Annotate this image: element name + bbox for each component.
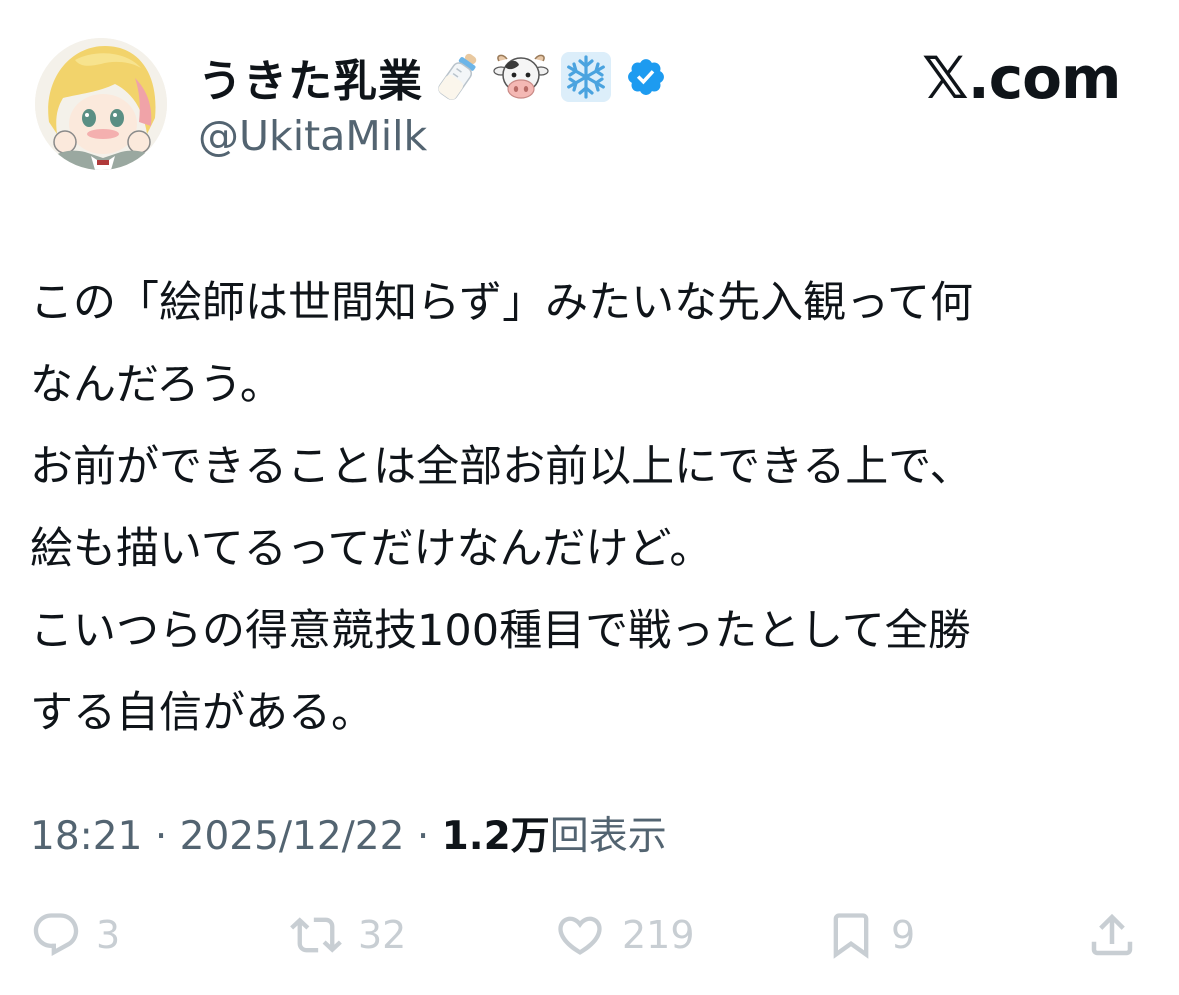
tweet-time[interactable]: 18:21 xyxy=(30,814,142,859)
views-count[interactable]: 1.2万 xyxy=(442,814,550,859)
meta-separator: · xyxy=(154,814,168,859)
reply-icon xyxy=(33,913,79,957)
user-name-row[interactable]: うきた乳業 xyxy=(198,44,667,110)
repost-icon xyxy=(290,917,342,953)
x-com-watermark: 𝕏.com xyxy=(922,44,1121,112)
display-name[interactable]: うきた乳業 xyxy=(198,45,423,109)
cow-face-icon xyxy=(493,51,549,103)
like-button[interactable]: 219 xyxy=(552,900,695,970)
tweet-line: なんだろう。 xyxy=(30,360,283,410)
tweet-line: お前ができることは全部お前以上にできる上で、 xyxy=(30,442,973,492)
verified-badge-icon[interactable] xyxy=(625,56,667,98)
avatar[interactable] xyxy=(35,38,167,170)
bookmark-button[interactable]: 9 xyxy=(825,900,915,970)
views-label: 回表示 xyxy=(549,814,667,859)
share-button[interactable] xyxy=(1085,900,1139,970)
meta-separator: · xyxy=(416,814,430,859)
tweet-text: この「絵師は世間知らず」みたいな先入観って何 なんだろう。 お前ができることは全… xyxy=(30,262,1160,754)
repost-button[interactable]: 32 xyxy=(288,900,406,970)
tweet-line: こいつらの得意競技100種目で戦ったとして全勝 xyxy=(30,606,971,656)
tweet-line: する自信がある。 xyxy=(30,688,374,738)
user-handle[interactable]: @UkitaMilk xyxy=(198,112,427,160)
tweet-meta: 18:21 · 2025/12/22 · 1.2万回表示 xyxy=(30,805,667,861)
repost-count: 32 xyxy=(358,913,407,957)
avatar-illustration xyxy=(35,38,167,170)
bookmark-icon xyxy=(833,913,869,959)
reply-button[interactable]: 3 xyxy=(30,900,120,970)
baby-bottle-icon xyxy=(433,49,483,105)
heart-icon xyxy=(558,916,602,955)
tweet-line: この「絵師は世間知らず」みたいな先入観って何 xyxy=(30,278,973,328)
share-icon xyxy=(1091,913,1133,956)
tweet-line: 絵も描いてるってだけなんだけど。 xyxy=(30,524,713,574)
tweet-date[interactable]: 2025/12/22 xyxy=(180,814,405,859)
snowflake-icon xyxy=(559,50,613,104)
action-bar: 3 32 219 9 xyxy=(30,900,1150,970)
bookmark-count: 9 xyxy=(891,913,916,957)
reply-count: 3 xyxy=(96,913,121,957)
like-count: 219 xyxy=(622,913,695,957)
